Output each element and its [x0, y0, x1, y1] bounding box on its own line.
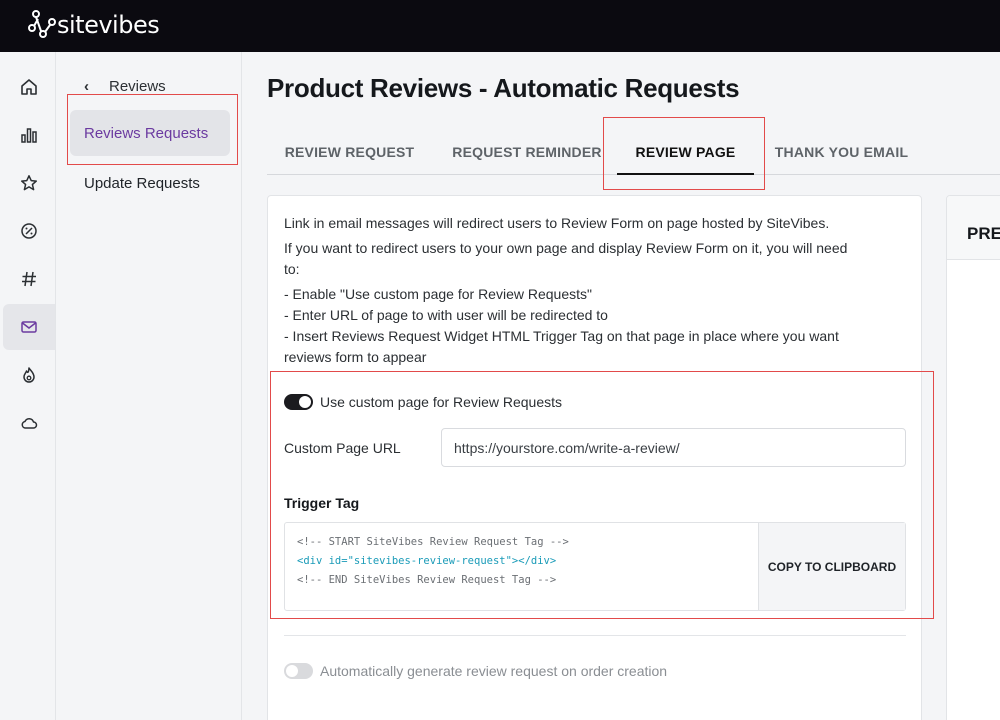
- auto-generate-toggle[interactable]: [284, 663, 313, 679]
- intro-text-3: to:: [284, 261, 300, 277]
- step-2-text: - Enter URL of page to with user will be…: [284, 307, 608, 323]
- intro-text: Link in email messages will redirect use…: [284, 215, 830, 231]
- rail-hashtags[interactable]: [3, 256, 55, 302]
- chart-icon: [21, 128, 37, 143]
- rail-discounts[interactable]: [3, 208, 55, 254]
- highlight-box-nav: [67, 94, 238, 165]
- intro-text-2: If you want to redirect users to your ow…: [284, 240, 848, 256]
- highlight-box-custom-page: [270, 371, 934, 619]
- logo-mark-icon: [28, 10, 56, 38]
- auto-generate-toggle-label: Automatically generate review request on…: [320, 663, 668, 679]
- flame-icon: [23, 367, 35, 383]
- rail-reviews[interactable]: [3, 160, 55, 206]
- toggle-knob: [286, 665, 298, 677]
- cloud-icon: [21, 417, 38, 429]
- rail-analytics[interactable]: [3, 112, 55, 158]
- top-bar: sitevibes: [0, 0, 1000, 52]
- tab-review-request[interactable]: REVIEW REQUEST: [267, 128, 432, 175]
- highlight-box-tab: [603, 117, 765, 190]
- step-3-text-cont: reviews form to appear: [284, 349, 427, 365]
- home-icon: [21, 79, 37, 95]
- tab-label: REVIEW REQUEST: [284, 143, 415, 160]
- rail-home[interactable]: [3, 64, 55, 110]
- sitevibes-logo[interactable]: sitevibes: [28, 10, 160, 40]
- tab-label: REQUEST REMINDER: [452, 143, 602, 160]
- mail-icon: [21, 321, 37, 333]
- brand-name: sitevibes: [57, 11, 160, 39]
- preview-header: PREVIEW: [947, 196, 1000, 260]
- tab-thank-you-email[interactable]: THANK YOU EMAIL: [764, 128, 919, 175]
- tab-request-reminder[interactable]: REQUEST REMINDER: [442, 128, 612, 175]
- section-divider: [284, 635, 906, 636]
- subnav-item-update-requests[interactable]: Update Requests: [70, 160, 230, 206]
- rail-trending[interactable]: [3, 352, 55, 398]
- chevron-left-icon: ‹: [84, 78, 89, 95]
- discount-icon: [21, 223, 37, 239]
- hashtag-icon: [22, 271, 36, 287]
- preview-panel: PREVIEW: [946, 195, 1000, 720]
- step-1-text: - Enable "Use custom page for Review Req…: [284, 286, 592, 302]
- rail-email[interactable]: [3, 304, 55, 350]
- back-to-reviews[interactable]: ‹ Reviews: [84, 78, 166, 95]
- tab-label: THANK YOU EMAIL: [774, 143, 909, 160]
- star-icon: [20, 175, 38, 191]
- icon-rail: [0, 52, 56, 720]
- back-label: Reviews: [109, 78, 166, 95]
- rail-integrations[interactable]: [3, 400, 55, 446]
- preview-title: PREVIEW: [967, 224, 1000, 243]
- subnav-item-label: Update Requests: [84, 174, 200, 192]
- page-title: Product Reviews - Automatic Requests: [267, 73, 740, 103]
- step-3-text: - Insert Reviews Request Widget HTML Tri…: [284, 328, 839, 344]
